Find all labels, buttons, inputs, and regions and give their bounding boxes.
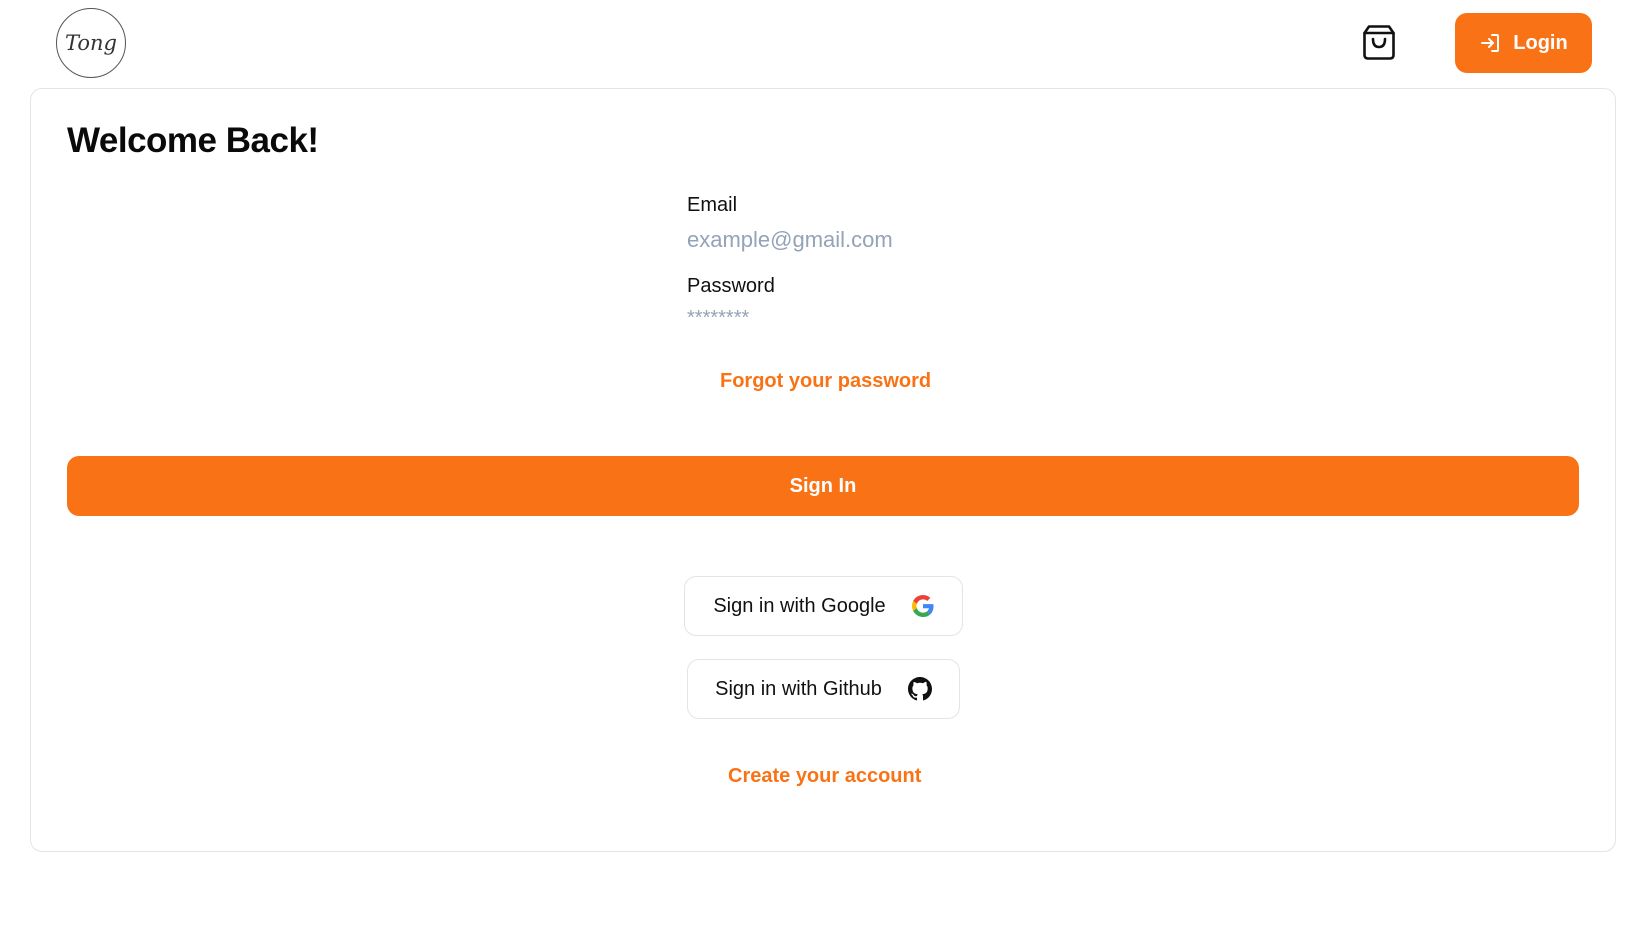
login-card: Welcome Back! Email Password Forgot your… <box>30 88 1616 852</box>
email-label: Email <box>687 194 738 216</box>
cart-button[interactable] <box>1362 24 1396 61</box>
password-field[interactable] <box>687 305 987 331</box>
shopping-bag-icon <box>1363 25 1395 60</box>
page-title: Welcome Back! <box>67 121 319 160</box>
logo[interactable]: Tong <box>56 8 126 78</box>
login-button[interactable]: Login <box>1455 13 1592 73</box>
logo-text: Tong <box>65 31 117 55</box>
top-header: Tong Login <box>0 0 1635 86</box>
password-label: Password <box>687 275 775 297</box>
forgot-password-link[interactable]: Forgot your password <box>720 370 931 393</box>
login-label: Login <box>1513 31 1568 54</box>
google-signin-label: Sign in with Google <box>713 594 886 617</box>
sign-in-button[interactable]: Sign In <box>67 456 1579 516</box>
github-signin-button[interactable]: Sign in with Github <box>687 659 960 719</box>
google-icon <box>911 595 934 617</box>
create-account-link[interactable]: Create your account <box>728 765 921 788</box>
github-signin-label: Sign in with Github <box>715 677 882 700</box>
google-signin-button[interactable]: Sign in with Google <box>684 576 963 636</box>
login-arrow-icon <box>1481 34 1500 52</box>
email-field[interactable] <box>687 226 987 254</box>
github-icon <box>907 677 932 701</box>
